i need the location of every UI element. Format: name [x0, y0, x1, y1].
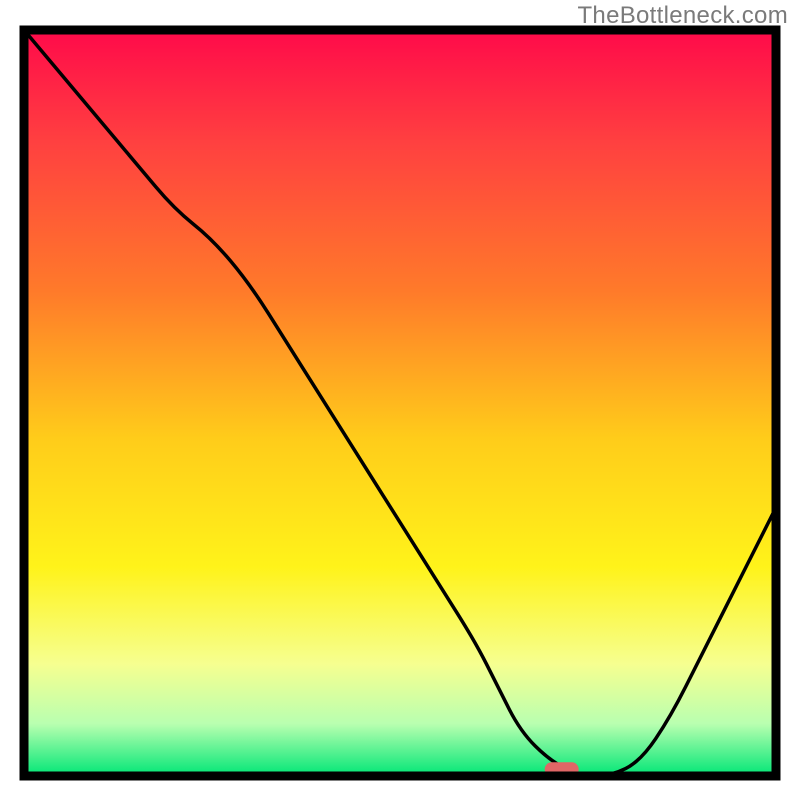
watermark-text: TheBottleneck.com — [577, 2, 788, 30]
chart-container: TheBottleneck.com — [0, 0, 800, 800]
bottleneck-chart — [0, 0, 800, 800]
plot-background — [24, 30, 776, 776]
